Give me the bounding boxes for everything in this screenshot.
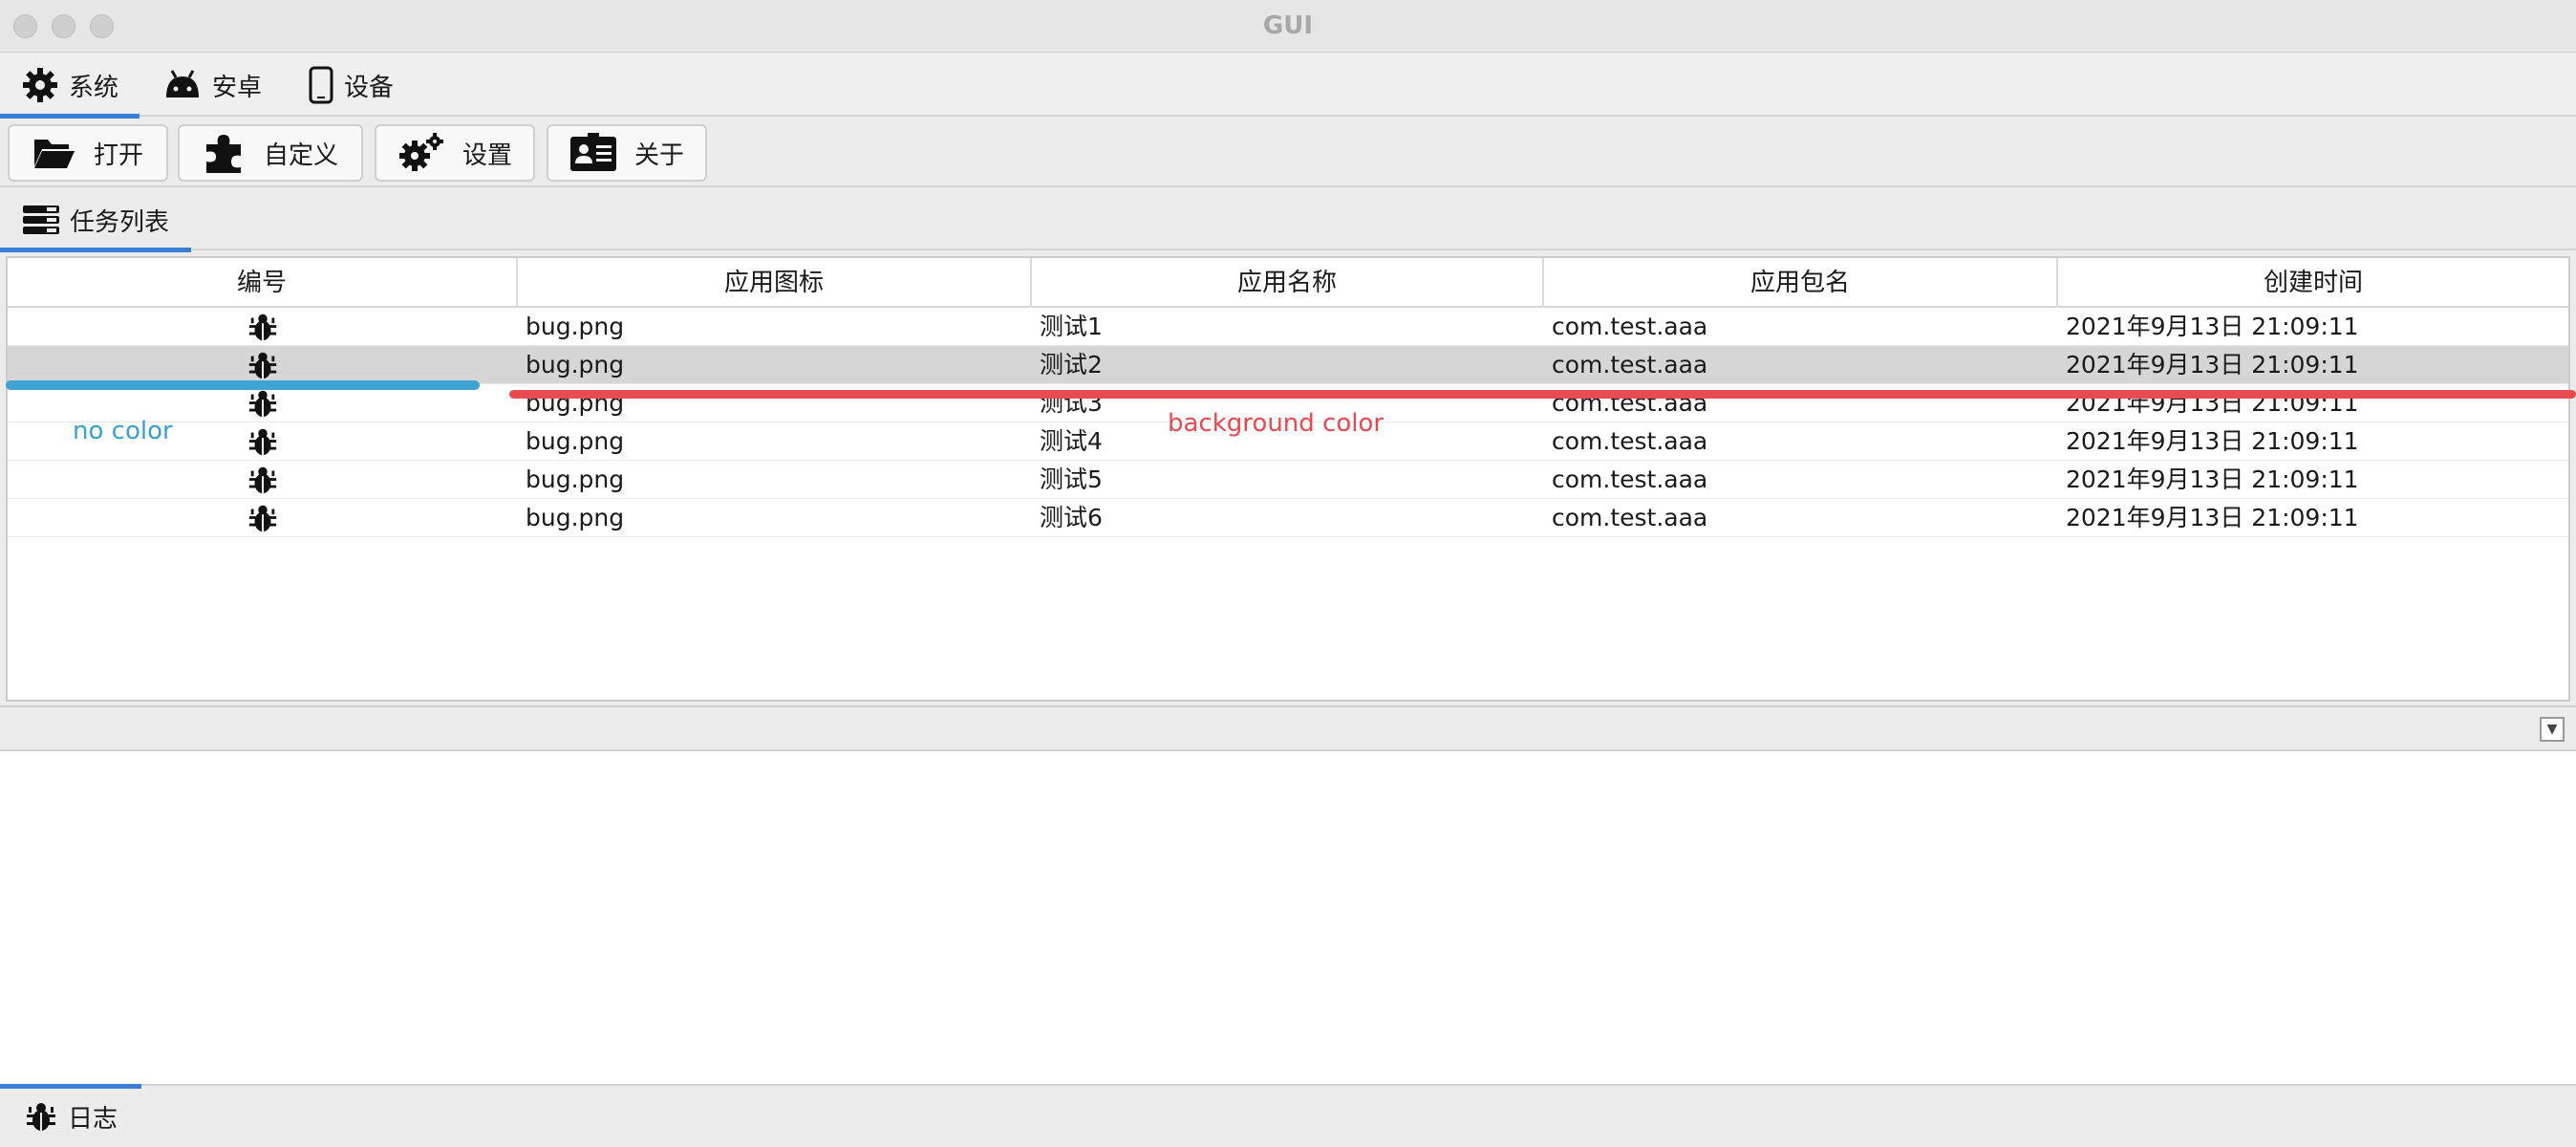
android-icon <box>166 70 199 97</box>
tab-log[interactable]: 日志 <box>0 1084 141 1147</box>
cell-name: 测试6 <box>1040 504 1103 531</box>
open-label: 打开 <box>93 141 143 170</box>
cell-file: bug.png <box>526 465 625 493</box>
tab-system[interactable]: 系统 <box>0 54 140 119</box>
cell-time: 2021年9月13日 21:09:11 <box>2066 465 2359 493</box>
column-header-package[interactable]: 应用包名 <box>1544 258 2058 308</box>
settings-label: 设置 <box>462 141 512 170</box>
tab-label: 设备 <box>344 73 395 102</box>
cell-package: com.test.aaa <box>1552 351 1708 379</box>
tab-label: 安卓 <box>212 73 263 102</box>
toolbar: 打开 自定义 设置 关于 <box>0 119 2576 187</box>
cell-id <box>8 346 518 384</box>
cell-file: bug.png <box>526 351 625 379</box>
cell-package: com.test.aaa <box>1552 504 1708 531</box>
puzzle-icon <box>205 135 241 173</box>
column-header-icon[interactable]: 应用图标 <box>518 258 1032 308</box>
cell-id <box>8 461 518 499</box>
chevron-down-icon: ▼ <box>2546 722 2558 737</box>
annotation-line-background-color <box>509 390 2576 399</box>
log-panel[interactable] <box>0 751 2576 1084</box>
table-row[interactable]: bug.png 测试2 com.test.aaa 2021年9月13日 21:09:1… <box>8 346 2568 384</box>
custom-button[interactable]: 自定义 <box>178 124 363 182</box>
id-card-icon <box>569 133 616 171</box>
cell-name: 测试2 <box>1040 351 1103 379</box>
cell-file: bug.png <box>526 504 625 531</box>
cell-name: 测试5 <box>1040 465 1103 493</box>
panel-splitter[interactable]: ▼ <box>0 705 2576 751</box>
annotation-line-no-color <box>6 380 480 390</box>
bottom-tab-bar: 日志 <box>0 1084 2576 1147</box>
tab-label: 系统 <box>68 73 118 102</box>
cell-id <box>8 308 518 346</box>
open-button[interactable]: 打开 <box>8 124 168 182</box>
bug-icon <box>248 466 277 494</box>
table-row[interactable]: bug.png 测试1 com.test.aaa 2021年9月13日 21:09:1… <box>8 308 2568 346</box>
table-row[interactable]: bug.png 测试6 com.test.aaa 2021年9月13日 21:09:1… <box>8 499 2568 537</box>
bug-icon <box>248 505 277 532</box>
list-icon <box>22 206 59 234</box>
cell-file: bug.png <box>526 427 625 455</box>
cell-id <box>8 499 518 537</box>
tab-android[interactable]: 安卓 <box>162 54 262 117</box>
tab-label: 任务列表 <box>69 207 169 237</box>
task-table: 编号 应用图标 应用名称 应用包名 创建时间 bug.png 测试1 com.tes… <box>6 256 2570 702</box>
bug-icon <box>26 1103 55 1131</box>
tab-device[interactable]: 设备 <box>308 54 394 117</box>
about-button[interactable]: 关于 <box>547 124 707 182</box>
cell-time: 2021年9月13日 21:09:11 <box>2066 504 2359 531</box>
cell-package: com.test.aaa <box>1552 427 1708 455</box>
folder-open-icon <box>33 140 75 168</box>
bug-icon <box>248 428 277 456</box>
main-tab-bar: 系统 安卓 设备 <box>0 54 2576 119</box>
gears-icon <box>398 133 443 171</box>
annotation-label-no-color: no color <box>73 417 173 445</box>
about-label: 关于 <box>633 141 684 170</box>
cell-file: bug.png <box>526 313 625 340</box>
bug-icon <box>248 390 277 418</box>
tab-task-list[interactable]: 任务列表 <box>0 189 191 252</box>
cell-time: 2021年9月13日 21:09:11 <box>2066 427 2359 455</box>
annotation-label-background-color: background color <box>1168 409 1385 438</box>
section-tab-bar: 任务列表 <box>0 189 2576 252</box>
phone-icon <box>309 66 333 104</box>
table-row[interactable]: bug.png 测试5 com.test.aaa 2021年9月13日 21:09:1… <box>8 461 2568 499</box>
column-header-id[interactable]: 编号 <box>8 258 518 308</box>
dropdown-button[interactable]: ▼ <box>2540 717 2565 742</box>
settings-button[interactable]: 设置 <box>375 124 535 182</box>
window-title: GUI <box>1262 11 1314 40</box>
tab-label: 日志 <box>67 1104 118 1134</box>
bug-icon <box>248 352 277 379</box>
cell-package: com.test.aaa <box>1552 465 1708 493</box>
column-header-time[interactable]: 创建时间 <box>2058 258 2568 308</box>
cell-time: 2021年9月13日 21:09:11 <box>2066 313 2359 340</box>
cell-time: 2021年9月13日 21:09:11 <box>2066 351 2359 379</box>
title-bar: GUI <box>0 0 2576 53</box>
table-header: 编号 应用图标 应用名称 应用包名 创建时间 <box>8 258 2568 308</box>
bug-icon <box>248 314 277 341</box>
cell-package: com.test.aaa <box>1552 313 1708 340</box>
column-header-name[interactable]: 应用名称 <box>1032 258 1544 308</box>
custom-label: 自定义 <box>263 141 338 170</box>
gear-icon <box>22 68 57 102</box>
cell-name: 测试1 <box>1040 313 1103 340</box>
